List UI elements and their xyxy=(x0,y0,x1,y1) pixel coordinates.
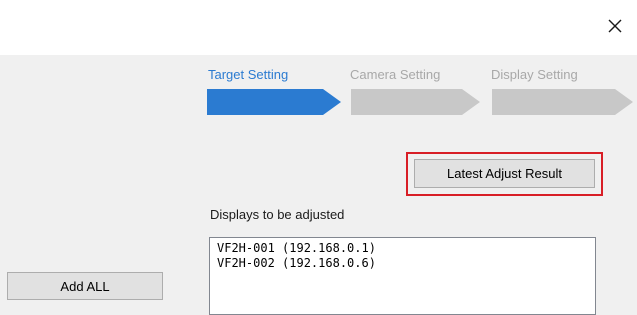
step-target-setting-arrow xyxy=(207,89,341,115)
step-display-setting-arrow xyxy=(492,89,633,115)
list-item[interactable]: VF2H-002 (192.168.0.6) xyxy=(217,256,595,271)
step-camera-setting-label[interactable]: Camera Setting xyxy=(350,67,440,82)
displays-listbox[interactable]: VF2H-001 (192.168.0.1) VF2H-002 (192.168… xyxy=(209,237,596,315)
list-item[interactable]: VF2H-001 (192.168.0.1) xyxy=(217,241,595,256)
title-bar xyxy=(0,0,637,55)
add-all-button[interactable]: Add ALL xyxy=(7,272,163,300)
close-icon xyxy=(608,19,622,33)
step-display-setting-label[interactable]: Display Setting xyxy=(491,67,578,82)
close-button[interactable] xyxy=(605,16,625,36)
step-target-setting-label[interactable]: Target Setting xyxy=(208,67,288,82)
latest-adjust-result-button[interactable]: Latest Adjust Result xyxy=(414,159,595,188)
displays-label: Displays to be adjusted xyxy=(210,207,345,222)
step-camera-setting-arrow xyxy=(351,89,480,115)
